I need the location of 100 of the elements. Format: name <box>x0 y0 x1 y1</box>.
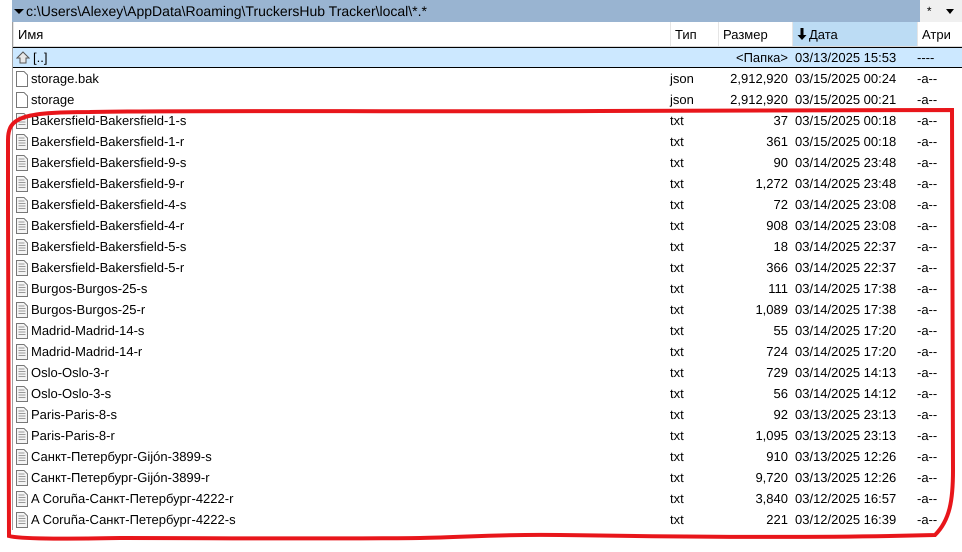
file-attributes: -a-- <box>917 197 938 212</box>
file-name: Paris-Paris-8-s <box>31 407 117 422</box>
up-folder-icon <box>16 50 30 64</box>
file-type: txt <box>670 428 684 443</box>
file-date: 03/14/2025 22:37 <box>794 239 898 254</box>
file-date: 03/12/2025 16:39 <box>794 512 898 527</box>
path-bar[interactable]: c:\Users\Alexey\AppData\Roaming\TruckersHub Tracker\local\*.* <box>12 0 920 22</box>
file-name: [..] <box>33 50 48 65</box>
file-attributes: -a-- <box>917 302 938 317</box>
file-type: json <box>670 71 694 86</box>
file-name: Bakersfield-Bakersfield-4-s <box>31 197 186 212</box>
file-date: 03/13/2025 23:13 <box>794 428 898 443</box>
file-attributes: -a-- <box>917 470 938 485</box>
file-date: 03/15/2025 00:21 <box>794 92 898 107</box>
text-file-icon <box>16 428 28 444</box>
file-type: txt <box>670 302 684 317</box>
file-date: 03/14/2025 14:12 <box>794 386 898 401</box>
file-size: 908 <box>766 218 789 233</box>
file-type: txt <box>670 281 684 296</box>
file-row[interactable]: [..] <Папка> 03/13/2025 15:53 ---- <box>13 47 962 68</box>
file-size: 1,095 <box>755 428 789 443</box>
text-file-icon <box>16 364 28 380</box>
file-date: 03/14/2025 17:38 <box>794 302 898 317</box>
file-attributes: -a-- <box>917 218 938 233</box>
file-type: txt <box>670 407 684 422</box>
file-type: txt <box>670 323 684 338</box>
text-file-icon <box>16 218 28 234</box>
file-attributes: -a-- <box>917 281 938 296</box>
file-attributes: -a-- <box>917 344 938 359</box>
file-attributes: -a-- <box>917 260 938 275</box>
file-attributes: -a-- <box>917 323 938 338</box>
file-size: 2,912,920 <box>730 71 789 86</box>
file-name: Burgos-Burgos-25-r <box>31 302 146 317</box>
file-attributes: -a-- <box>917 155 938 170</box>
file-date: 03/13/2025 12:26 <box>794 449 898 464</box>
file-date: 03/14/2025 23:08 <box>794 218 898 233</box>
file-size: 111 <box>768 281 789 296</box>
file-size: <Папка> <box>736 50 789 65</box>
dropdown-caret-icon[interactable] <box>12 6 26 16</box>
file-attributes: -a-- <box>917 239 938 254</box>
file-name: Bakersfield-Bakersfield-9-s <box>31 155 186 170</box>
file-attributes: -a-- <box>917 365 938 380</box>
file-type: txt <box>670 197 684 212</box>
file-date: 03/15/2025 00:24 <box>794 71 898 86</box>
file-size: 56 <box>774 386 789 401</box>
file-size: 1,089 <box>755 302 789 317</box>
text-file-icon <box>16 238 28 254</box>
file-attributes: -a-- <box>917 512 938 527</box>
file-type: txt <box>670 491 684 506</box>
file-type: txt <box>670 344 684 359</box>
text-file-icon <box>16 260 28 276</box>
file-name: Bakersfield-Bakersfield-5-s <box>31 239 186 254</box>
file-size: 18 <box>774 239 789 254</box>
file-date: 03/14/2025 23:48 <box>794 176 898 191</box>
file-name: Bakersfield-Bakersfield-9-r <box>31 176 184 191</box>
file-size: 361 <box>766 134 789 149</box>
file-attributes: -a-- <box>917 134 938 149</box>
file-name: A Coruña-Санкт-Петербург-4222-s <box>31 512 236 527</box>
file-attributes: -a-- <box>917 113 938 128</box>
file-type: txt <box>670 365 684 380</box>
file-attributes: -a-- <box>917 92 938 107</box>
file-type: txt <box>670 470 684 485</box>
file-attributes: -a-- <box>917 491 938 506</box>
file-date: 03/13/2025 15:53 <box>794 50 898 65</box>
file-name: Санкт-Петербург-Gijón-3899-r <box>31 470 210 485</box>
file-name: Paris-Paris-8-r <box>31 428 115 443</box>
file-date: 03/14/2025 22:37 <box>794 260 898 275</box>
file-name: Burgos-Burgos-25-s <box>31 281 148 296</box>
text-file-icon <box>16 322 28 338</box>
file-attributes: -a-- <box>917 428 938 443</box>
file-attributes: ---- <box>917 50 936 65</box>
file-type: txt <box>670 512 684 527</box>
file-attributes: -a-- <box>917 449 938 464</box>
text-file-icon <box>16 512 28 528</box>
file-type: txt <box>670 260 684 275</box>
column-label: Атри <box>922 26 951 42</box>
text-file-icon <box>16 490 28 506</box>
file-type: txt <box>670 218 684 233</box>
file-name: Oslo-Oslo-3-r <box>31 365 110 380</box>
file-date: 03/12/2025 16:57 <box>794 491 898 506</box>
text-file-icon <box>16 176 28 192</box>
file-size: 2,912,920 <box>730 92 789 107</box>
file-name: Madrid-Madrid-14-r <box>31 344 142 359</box>
text-file-icon <box>16 470 28 486</box>
file-name: storage.bak <box>31 71 99 86</box>
file-attributes: -a-- <box>917 407 938 422</box>
column-label: Размер <box>723 26 768 42</box>
column-label: Имя <box>18 26 44 42</box>
file-date: 03/14/2025 17:20 <box>794 344 898 359</box>
filter-dropdown[interactable]: * <box>920 0 962 22</box>
file-size: 221 <box>766 512 789 527</box>
file-attributes: -a-- <box>917 176 938 191</box>
file-name: Oslo-Oslo-3-s <box>31 386 112 401</box>
column-label: Дата <box>809 26 838 42</box>
file-size: 55 <box>774 323 789 338</box>
text-file-icon <box>16 386 28 402</box>
path-text: c:\Users\Alexey\AppData\Roaming\TruckersHub Tracker\local\*.* <box>26 3 427 19</box>
file-name: Bakersfield-Bakersfield-4-r <box>31 218 184 233</box>
column-header[interactable]: Дата <box>792 22 917 46</box>
text-file-icon <box>16 302 28 318</box>
